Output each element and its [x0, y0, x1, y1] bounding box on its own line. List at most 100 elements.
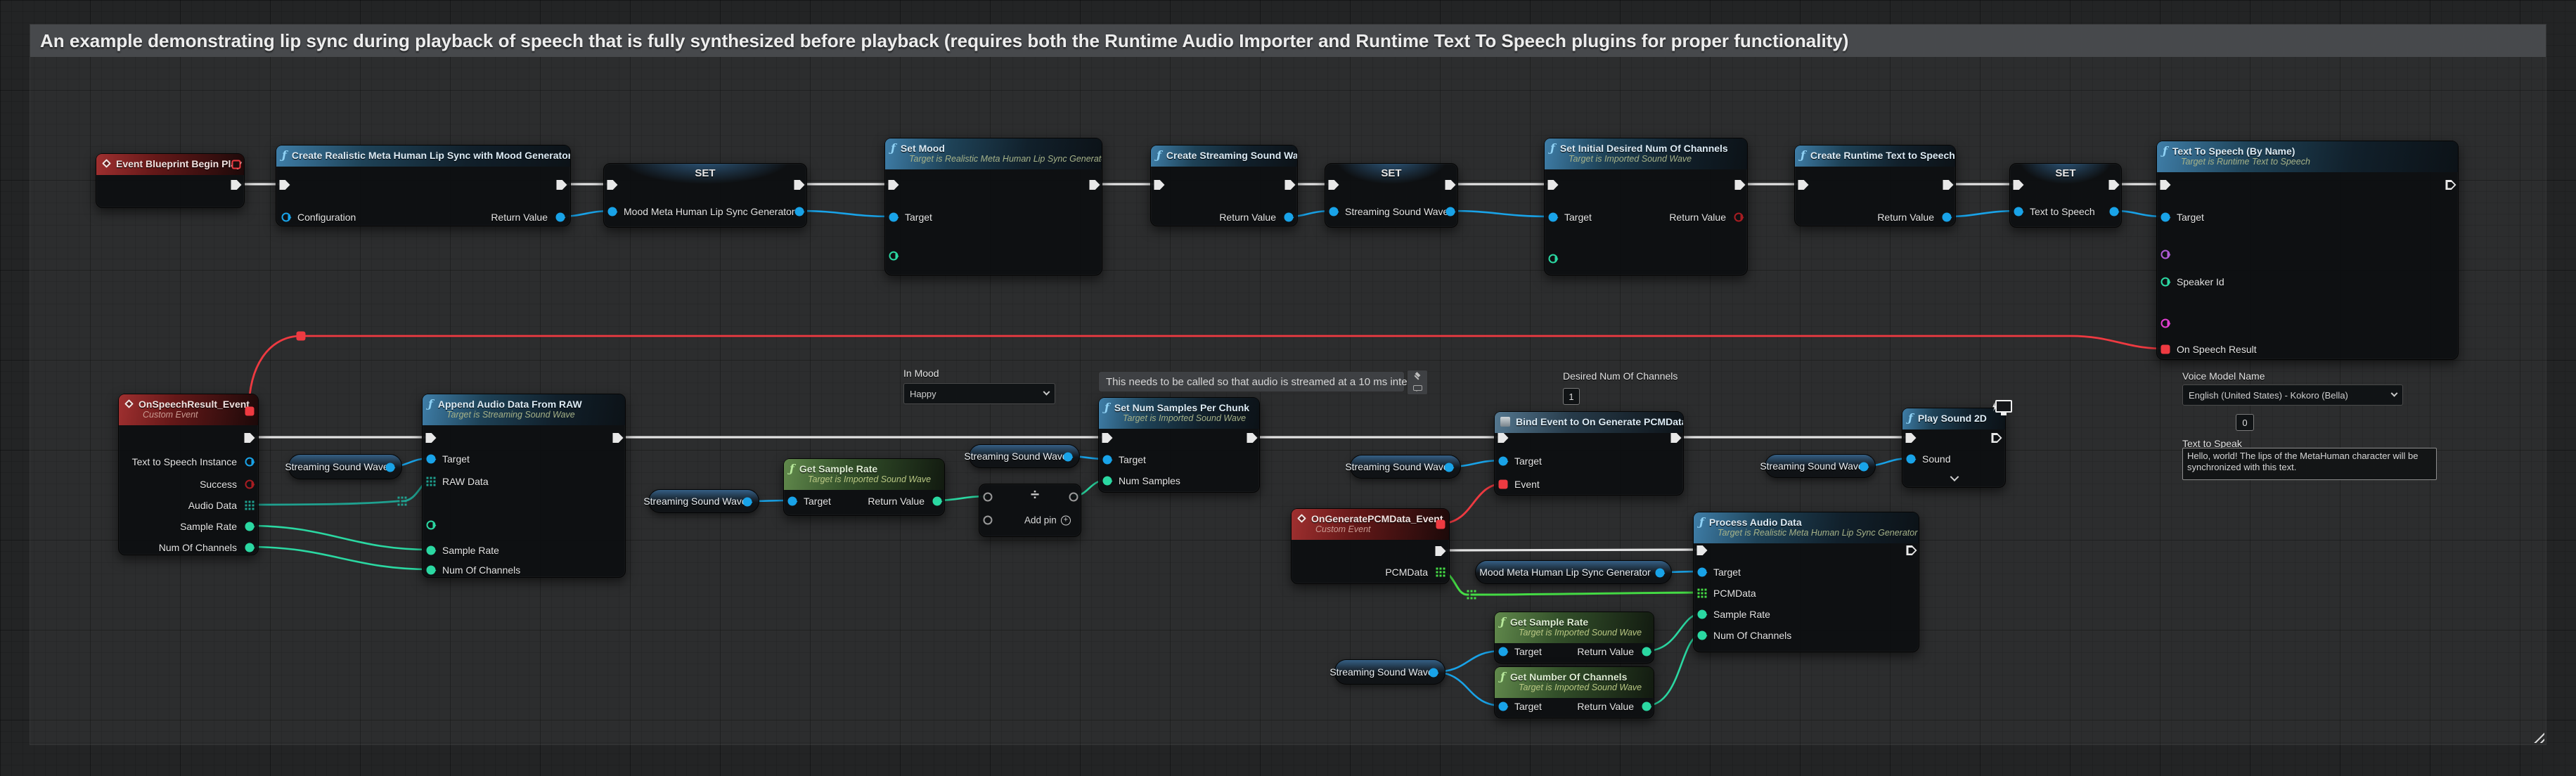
pin-num-pin[interactable]	[1549, 254, 1558, 264]
pin-str-pin[interactable]	[2161, 319, 2170, 328]
pin-sound[interactable]	[1907, 455, 1916, 464]
set-mood[interactable]: ƒSet MoodTarget is Realistic Meta Human …	[884, 138, 1102, 276]
pin-return-value[interactable]	[933, 497, 942, 506]
mood-lipsync-generator-getter[interactable]: Mood Meta Human Lip Sync Generator	[1475, 560, 1672, 584]
pin-exec-in-pin[interactable]	[607, 180, 618, 190]
pin-exec-out-pin[interactable]	[1436, 546, 1446, 556]
pin-obj-pin[interactable]	[1656, 569, 1665, 578]
node-header[interactable]: ƒCreate Realistic Meta Human Lip Sync wi…	[276, 146, 570, 167]
pin-num-samples[interactable]	[1103, 477, 1112, 486]
blueprint-graph-canvas[interactable]: An example demonstrating lip sync during…	[0, 0, 2576, 776]
reroute-knot[interactable]	[398, 497, 407, 506]
node-header[interactable]: ƒAppend Audio Data From RAWTarget is Str…	[423, 394, 625, 425]
pin-return-value[interactable]	[1943, 213, 1952, 222]
pin-obj-pin[interactable]	[743, 498, 752, 507]
pin-configuration[interactable]	[282, 213, 291, 222]
pin-obj-pin[interactable]	[1445, 463, 1454, 472]
node-header[interactable]: Bind Event to On Generate PCMData	[1495, 412, 1683, 433]
text-to-speech-by-name-dropdown[interactable]: English (United States) - Kokoro (Bella)	[2182, 384, 2403, 406]
set-initial-desired-num-of-channels[interactable]: ƒSet Initial Desired Num Of ChannelsTarg…	[1544, 138, 1748, 276]
text-to-speech-by-name[interactable]: ƒText To Speech (By Name)Target is Runti…	[2156, 141, 2459, 360]
pin-wild-pin[interactable]	[984, 516, 993, 525]
create-streaming-sound-wave[interactable]: ƒCreate Streaming Sound WaveReturn Value	[1150, 145, 1298, 226]
reroute-knot[interactable]	[1467, 590, 1476, 600]
node-header[interactable]: ƒGet Sample RateTarget is Imported Sound…	[1495, 612, 1654, 643]
pin-exec-in-pin[interactable]	[1498, 433, 1509, 443]
pin-exec-in-pin[interactable]	[1154, 180, 1165, 190]
add-pin-button[interactable]: Add pin+	[1024, 515, 1071, 526]
set-mood-dropdown[interactable]: Happy	[903, 383, 1055, 404]
pin-obj-pin[interactable]	[2110, 207, 2119, 216]
node-header[interactable]: OnSpeechResult_EventCustom Event	[119, 394, 258, 425]
set-initial-desired-num-of-channels-value-input[interactable]: 1	[1563, 388, 1580, 405]
node-header[interactable]: ƒPlay Sound 2D	[1902, 408, 2005, 429]
pin-target[interactable]	[1499, 702, 1508, 711]
pin-exec-in-pin[interactable]	[889, 180, 899, 190]
pin-text-to-speech-instance[interactable]	[245, 458, 255, 467]
pin-exec-out-pin[interactable]	[245, 433, 255, 443]
pin-exec-out-pin[interactable]	[1247, 433, 1258, 443]
pin-target[interactable]	[1698, 568, 1707, 577]
pin-target[interactable]	[1549, 213, 1558, 222]
pin-target[interactable]	[1103, 455, 1112, 465]
pin-return-value[interactable]	[1284, 213, 1294, 222]
streaming-sound-wave-getter-5[interactable]: Streaming Sound Wave	[1765, 454, 1876, 478]
pin-exec-out-pin[interactable]	[231, 180, 242, 190]
pin-on-speech-result[interactable]	[2161, 345, 2170, 354]
pin-obj-pin[interactable]	[1064, 453, 1073, 462]
pin-num-of-channels[interactable]	[245, 543, 255, 552]
streaming-sound-wave-getter-2[interactable]: Streaming Sound Wave	[648, 489, 759, 513]
create-runtime-text-to-speech[interactable]: ƒCreate Runtime Text to SpeechReturn Val…	[1794, 145, 1956, 226]
get-number-of-channels[interactable]: ƒGet Number Of ChannelsTarget is Importe…	[1494, 666, 1654, 718]
pin-target[interactable]	[788, 497, 797, 506]
text-to-speech-by-name-text-input[interactable]: Hello, world! The lips of the MetaHuman …	[2182, 448, 2437, 480]
pin-enum-pin[interactable]	[889, 252, 899, 261]
pin-exec-out-pin[interactable]	[557, 180, 567, 190]
pin-mood-meta-human-lip-sync-generator[interactable]	[608, 207, 617, 216]
pin-wild-pin[interactable]	[984, 493, 993, 502]
node-header[interactable]: ƒProcess Audio DataTarget is Realistic M…	[1694, 512, 1919, 543]
pin-target[interactable]	[2161, 213, 2170, 222]
node-header[interactable]: ƒText To Speech (By Name)Target is Runti…	[2157, 141, 2458, 172]
pin-success[interactable]	[245, 480, 255, 489]
pin-exec-in-pin[interactable]	[1906, 433, 1917, 443]
pin-speaker-id[interactable]	[2161, 278, 2170, 287]
streaming-sound-wave-getter-3[interactable]: Streaming Sound Wave	[969, 444, 1080, 468]
divide-node[interactable]: ÷Add pin+100	[979, 484, 1081, 537]
pin-pcmdata[interactable]	[1436, 568, 1445, 577]
streaming-sound-wave-getter-1[interactable]: Streaming Sound Wave	[288, 454, 402, 479]
pin-exec-out-pin[interactable]	[794, 180, 805, 190]
set-mood-lipsync-generator-variable[interactable]: SETMood Meta Human Lip Sync Generator	[603, 163, 807, 228]
pin-return-value[interactable]	[1642, 647, 1651, 657]
pin-dlg-pin[interactable]	[1436, 520, 1445, 529]
set-num-samples-per-chunk[interactable]: ƒSet Num Samples Per ChunkTarget is Impo…	[1098, 397, 1260, 493]
pin-obj-pin[interactable]	[1446, 207, 1455, 216]
streaming-sound-wave-getter-4[interactable]: Streaming Sound Wave	[1350, 455, 1461, 479]
create-realistic-metahuman-lipsync[interactable]: ƒCreate Realistic Meta Human Lip Sync wi…	[276, 145, 571, 226]
pin-return-value[interactable]	[1734, 213, 1744, 222]
pin-enum-pin[interactable]	[427, 521, 436, 530]
play-sound-2d[interactable]: ƒPlay Sound 2DSound	[1902, 408, 2006, 488]
pin-exec-out-pin[interactable]	[1090, 180, 1100, 190]
pin-raw-data[interactable]	[427, 477, 436, 486]
pin-dlg-pin[interactable]	[245, 407, 255, 416]
node-header[interactable]: ƒSet Initial Desired Num Of ChannelsTarg…	[1545, 138, 1747, 169]
pin-exec-in-pin[interactable]	[1798, 180, 1809, 190]
pin-exec-in-pin[interactable]	[1548, 180, 1559, 190]
pin-streaming-sound-wave[interactable]	[1329, 207, 1339, 216]
node-header[interactable]: ƒGet Sample RateTarget is Imported Sound…	[784, 459, 944, 490]
pin-exec-out-pin[interactable]	[2446, 180, 2456, 190]
pin-return-value[interactable]	[1642, 702, 1651, 711]
pin-audio-data[interactable]	[245, 501, 255, 510]
pin-num-of-channels[interactable]	[427, 566, 436, 575]
expand-advanced-pins-icon[interactable]	[1950, 472, 1959, 481]
pin-exec-in-pin[interactable]	[1329, 180, 1339, 190]
bind-event-to-on-generate-pcmdata[interactable]: Bind Event to On Generate PCMDataTargetE…	[1494, 411, 1684, 496]
pin-exec-in-pin[interactable]	[2014, 180, 2024, 190]
pin-exec-in-pin[interactable]	[280, 180, 290, 190]
pin-event[interactable]	[1499, 480, 1508, 489]
get-sample-rate-1[interactable]: ƒGet Sample RateTarget is Imported Sound…	[783, 458, 945, 516]
get-sample-rate-2[interactable]: ƒGet Sample RateTarget is Imported Sound…	[1494, 612, 1654, 664]
pin-obj-pin[interactable]	[795, 207, 804, 216]
pin-target[interactable]	[1499, 647, 1508, 657]
